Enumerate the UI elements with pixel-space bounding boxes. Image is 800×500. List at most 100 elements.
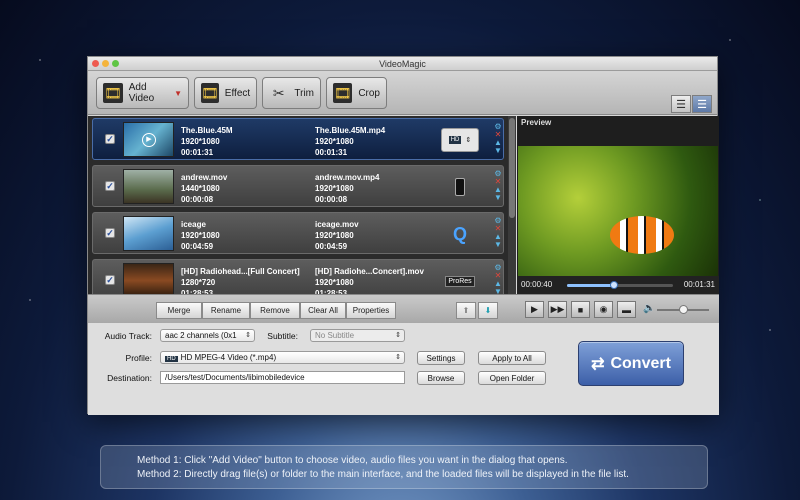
play-icon: ▶ — [531, 304, 538, 314]
film-effect-icon: 🎞 — [201, 83, 219, 103]
stop-button[interactable]: ■ — [571, 301, 590, 318]
detail-view-button[interactable]: ☰ — [692, 95, 712, 113]
row-actions: ⚙ ✕ ▲ ▼ — [494, 170, 502, 202]
source-duration: 00:01:31 — [181, 148, 214, 157]
output-format-selector[interactable]: Q — [441, 222, 479, 246]
speaker-icon: 🔈 — [643, 303, 656, 314]
convert-button[interactable]: ⇄ Convert — [578, 341, 684, 386]
scissors-icon: ✂ — [272, 84, 285, 101]
apply-to-all-button[interactable]: Apply to All — [478, 351, 546, 365]
output-format-selector[interactable]: ProRes — [441, 269, 479, 293]
file-checkbox[interactable]: ✓ — [105, 134, 115, 144]
destination-value: /Users/test/Documents/libimobiledevice — [165, 373, 305, 382]
output-format-selector[interactable]: HD ⇕ — [441, 128, 479, 152]
row-actions: ⚙ ✕ ▲ ▼ — [494, 123, 502, 155]
help-line-1: Method 1: Click "Add Video" button to ch… — [137, 455, 568, 466]
remove-button[interactable]: Remove — [250, 302, 300, 319]
effect-label: Effect — [224, 87, 251, 99]
effect-button[interactable]: 🎞 Effect — [194, 77, 257, 109]
snapshot-button[interactable]: ◉ — [594, 301, 613, 318]
chevron-down-icon[interactable]: ▼ — [174, 89, 182, 98]
video-thumbnail[interactable] — [123, 216, 174, 251]
volume-handle[interactable] — [679, 305, 688, 314]
minimize-window-button[interactable] — [102, 60, 109, 67]
scrollbar-thumb[interactable] — [509, 118, 515, 218]
help-line-2: Method 2: Directly drag file(s) or folde… — [137, 469, 629, 480]
file-row[interactable]: ✓ iceage 1920*1080 00:04:59 iceage.mov 1… — [92, 212, 504, 254]
playback-controls: ▶ ▶▶ ■ ◉ ▬ 🔈 — [517, 294, 719, 323]
file-checkbox[interactable]: ✓ — [105, 275, 115, 285]
output-resolution: 1920*1080 — [315, 137, 354, 146]
file-row[interactable]: ✓ ▶ The.Blue.45M 1920*1080 00:01:31 The.… — [92, 118, 504, 160]
seek-slider[interactable] — [567, 281, 673, 289]
move-top-button[interactable]: ⬆ — [456, 302, 476, 319]
prores-icon: ProRes — [445, 275, 475, 287]
preview-timebar: 00:00:40 00:01:31 — [517, 276, 719, 294]
window-title: VideoMagic — [379, 59, 426, 69]
add-video-label: Add Video — [128, 82, 155, 104]
file-checkbox[interactable]: ✓ — [105, 181, 115, 191]
play-icon[interactable]: ▶ — [142, 133, 156, 147]
open-folder-button[interactable]: ▬ — [617, 301, 636, 318]
trim-label: Trim — [294, 87, 314, 99]
video-thumbnail[interactable] — [123, 263, 174, 298]
film-crop-icon: 🎞 — [333, 83, 353, 103]
step-forward-button[interactable]: ▶▶ — [548, 301, 567, 318]
volume-slider[interactable] — [657, 305, 709, 314]
crop-label: Crop — [358, 87, 380, 99]
source-info: The.Blue.45M 1920*1080 00:01:31 — [181, 125, 233, 158]
audio-track-value: aac 2 channels (0x1 — [165, 331, 237, 340]
properties-button[interactable]: Properties — [346, 302, 396, 319]
source-name: The.Blue.45M — [181, 126, 233, 135]
output-name: [HD] Radiohe...Concert].mov — [315, 267, 424, 276]
output-name: The.Blue.45M.mp4 — [315, 126, 386, 135]
move-down-icon[interactable]: ▼ — [494, 147, 502, 155]
chevron-updown-icon: ⇕ — [395, 354, 401, 361]
video-thumbnail[interactable]: ▶ — [123, 122, 174, 157]
convert-arrows-icon: ⇄ — [591, 355, 605, 373]
down-arrow-icon: ⬇ — [484, 306, 492, 315]
chevron-updown-icon: ⇕ — [245, 332, 251, 339]
move-down-icon[interactable]: ▼ — [494, 241, 502, 249]
browse-button[interactable]: Browse — [417, 371, 465, 385]
edit-bar: Merge Rename Remove Clear All Properties… — [88, 294, 517, 323]
seek-progress — [567, 284, 614, 287]
crop-button[interactable]: 🎞 Crop — [326, 77, 387, 109]
settings-button[interactable]: Settings — [417, 351, 465, 365]
open-folder-button[interactable]: Open Folder — [478, 371, 546, 385]
row-actions: ⚙ ✕ ▲ ▼ — [494, 217, 502, 249]
output-info: The.Blue.45M.mp4 1920*1080 00:01:31 — [315, 125, 385, 158]
source-info: iceage 1920*1080 00:04:59 — [181, 219, 220, 252]
up-arrow-icon: ⬆ — [462, 306, 470, 315]
output-duration: 00:04:59 — [315, 242, 348, 251]
rename-button[interactable]: Rename — [202, 302, 250, 319]
trim-button[interactable]: ✂ Trim — [262, 77, 321, 109]
app-window: VideoMagic 🎞 Add Video ▼ 🎞 Effect ✂ Trim… — [87, 56, 719, 415]
stop-icon: ■ — [577, 304, 584, 315]
preview-video[interactable] — [518, 146, 718, 276]
merge-button[interactable]: Merge — [156, 302, 202, 319]
move-down-icon[interactable]: ▼ — [494, 194, 502, 202]
clear-all-button[interactable]: Clear All — [300, 302, 346, 319]
output-format-selector[interactable] — [441, 175, 479, 199]
file-row[interactable]: ✓ andrew.mov 1440*1080 00:00:08 andrew.m… — [92, 165, 504, 207]
chevron-updown-icon: ⇕ — [395, 332, 401, 339]
close-window-button[interactable] — [92, 60, 99, 67]
play-button[interactable]: ▶ — [525, 301, 544, 318]
source-info: andrew.mov 1440*1080 00:00:08 — [181, 172, 227, 205]
iphone-icon — [455, 178, 465, 196]
move-bottom-button[interactable]: ⬇ — [478, 302, 498, 319]
file-checkbox[interactable]: ✓ — [105, 228, 115, 238]
audio-track-select[interactable]: aac 2 channels (0x1 ⇕ — [160, 329, 255, 342]
source-resolution: 1280*720 — [181, 278, 216, 287]
seek-handle[interactable] — [609, 281, 618, 289]
add-video-button[interactable]: 🎞 Add Video ▼ — [96, 77, 189, 109]
profile-select[interactable]: HD HD MPEG-4 Video (*.mp4) ⇕ — [160, 351, 405, 364]
audio-track-label: Audio Track: — [104, 331, 152, 341]
subtitle-select[interactable]: No Subtitle ⇕ — [310, 329, 405, 342]
destination-input[interactable]: /Users/test/Documents/libimobiledevice — [160, 371, 405, 384]
video-thumbnail[interactable] — [123, 169, 174, 204]
list-view-button[interactable]: ☰ — [671, 95, 691, 113]
hd-video-icon: HD — [165, 356, 178, 362]
zoom-window-button[interactable] — [112, 60, 119, 67]
